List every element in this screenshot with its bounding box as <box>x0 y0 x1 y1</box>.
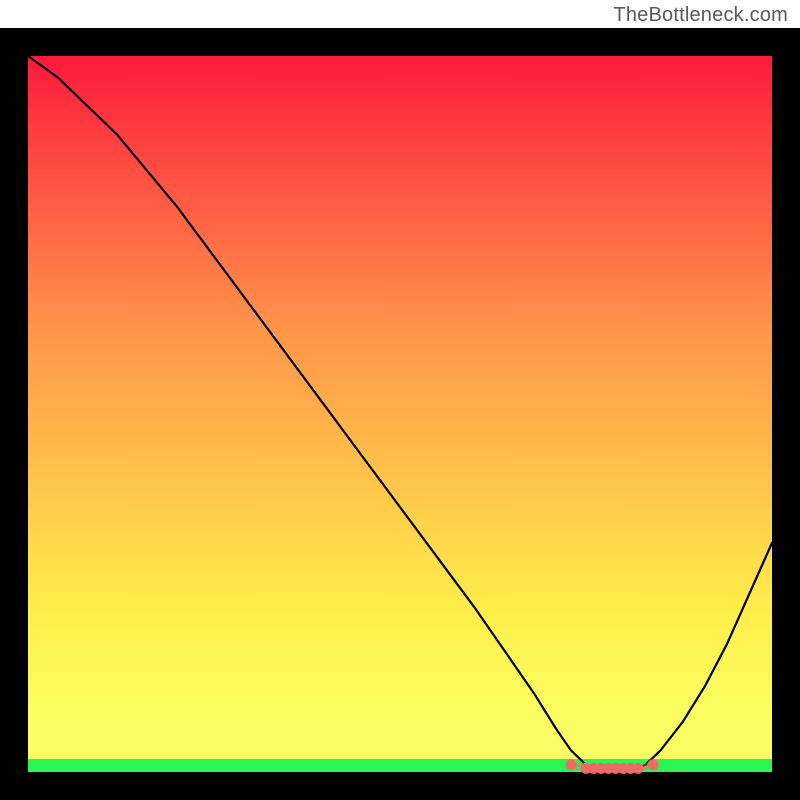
optimal-marker <box>633 763 644 774</box>
chart-area <box>0 28 800 800</box>
optimal-marker <box>566 759 577 770</box>
optimal-marker <box>648 759 659 770</box>
chart-wrapper: TheBottleneck.com <box>0 0 800 800</box>
chart-svg <box>0 28 800 800</box>
attribution-text: TheBottleneck.com <box>613 4 788 27</box>
baseline-strip <box>28 759 772 772</box>
